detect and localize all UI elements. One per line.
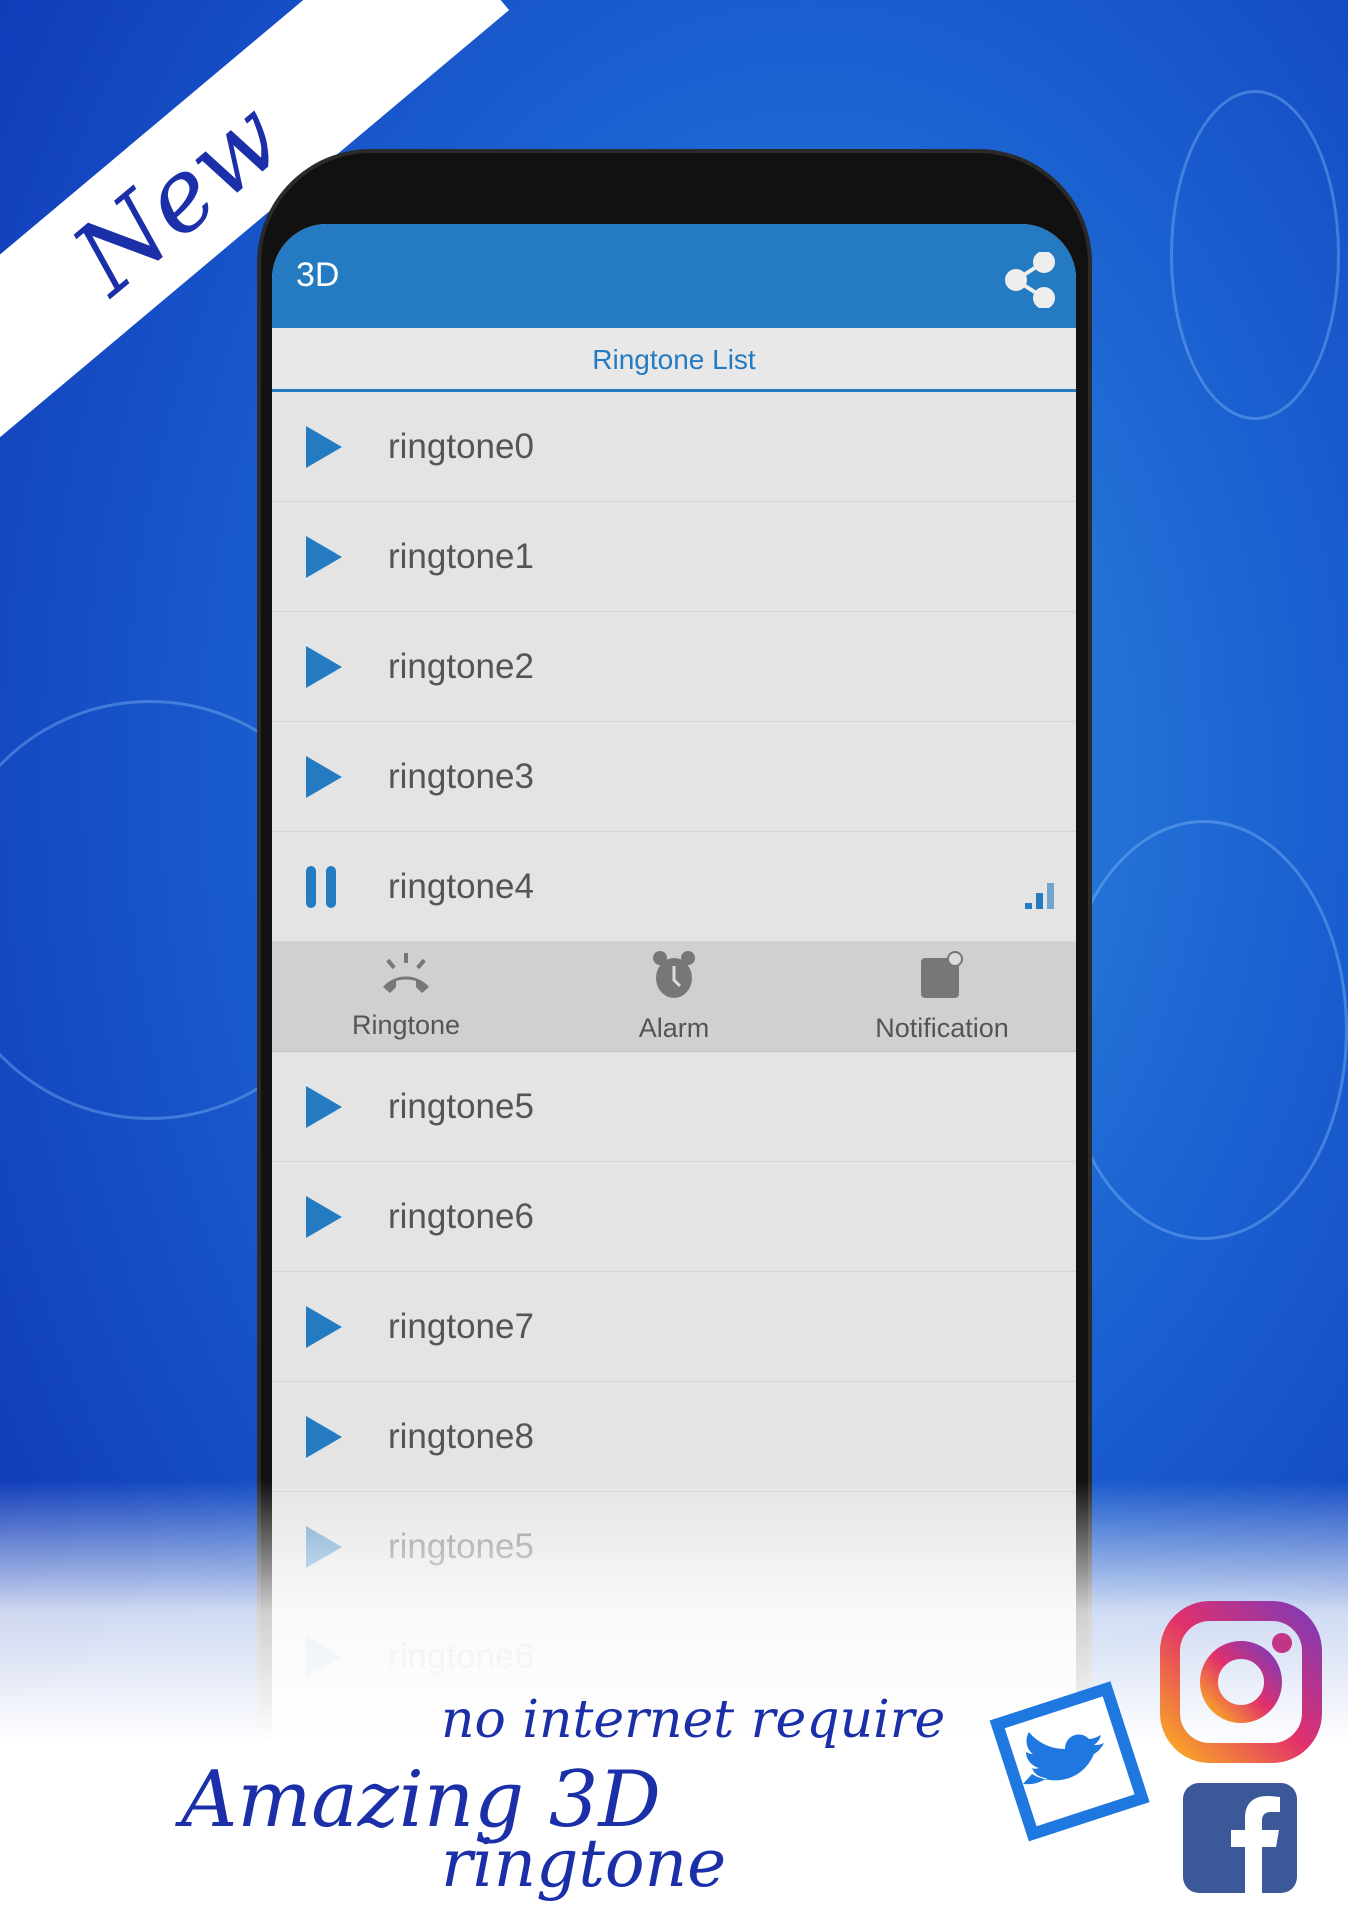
action-label: Alarm [638, 1012, 710, 1043]
ringtone-name: ringtone3 [388, 756, 534, 796]
treble-clef-decoration [1170, 90, 1340, 420]
pause-icon[interactable] [306, 865, 346, 908]
set-as-actions: Ringtone Alarm Notification [272, 942, 1076, 1052]
ringtone-row[interactable]: ringtone4 [272, 832, 1076, 942]
ringtone-row[interactable]: ringtone2 [272, 612, 1076, 722]
notification-icon [919, 950, 965, 1007]
ringtone-row[interactable]: ringtone8 [272, 1382, 1076, 1492]
ringtone-name: ringtone5 [388, 1086, 534, 1126]
ringtone-row[interactable]: ringtone0 [272, 392, 1076, 502]
ringtone-name: ringtone2 [388, 646, 534, 686]
play-icon[interactable] [306, 755, 346, 798]
ringtone-name: ringtone7 [388, 1306, 534, 1346]
play-icon[interactable] [306, 1415, 346, 1458]
app-title: 3D [296, 256, 340, 294]
ringtone-name: ringtone8 [388, 1416, 534, 1456]
ringing-phone-icon [379, 952, 433, 1004]
equalizer-icon [1025, 883, 1054, 909]
set-alarm-button[interactable]: Alarm [540, 942, 808, 1051]
ringtone-row[interactable]: ringtone3 [272, 722, 1076, 832]
promo-no-internet: no internet require [441, 1690, 946, 1750]
alarm-clock-icon [651, 950, 697, 1007]
music-notes-decoration [1060, 820, 1348, 1240]
facebook-icon[interactable] [1183, 1783, 1297, 1893]
promo-ringtone: ringtone [441, 1825, 727, 1902]
ringtone-row[interactable]: ringtone7 [272, 1272, 1076, 1382]
play-icon[interactable] [306, 1085, 346, 1128]
set-notification-button[interactable]: Notification [808, 942, 1076, 1051]
ringtone-row[interactable]: ringtone1 [272, 502, 1076, 612]
play-icon[interactable] [306, 425, 346, 468]
ringtone-name: ringtone1 [388, 536, 534, 576]
play-icon[interactable] [306, 1305, 346, 1348]
play-icon[interactable] [306, 535, 346, 578]
app-bar: 3D [272, 224, 1076, 328]
play-icon[interactable] [306, 645, 346, 688]
tab-ringtone-list[interactable]: Ringtone List [272, 328, 1076, 392]
action-label: Ringtone [351, 1009, 461, 1040]
play-icon[interactable] [306, 1195, 346, 1238]
ringtone-row[interactable]: ringtone6 [272, 1162, 1076, 1272]
ringtone-name: ringtone6 [388, 1196, 534, 1236]
ringtone-name: ringtone4 [388, 866, 534, 906]
set-ringtone-button[interactable]: Ringtone [272, 942, 540, 1051]
twitter-icon[interactable] [987, 1679, 1152, 1844]
ringtone-row[interactable]: ringtone5 [272, 1052, 1076, 1162]
ringtone-name: ringtone0 [388, 426, 534, 466]
action-label: Notification [875, 1012, 1009, 1043]
instagram-icon[interactable] [1158, 1599, 1324, 1765]
share-icon[interactable] [1004, 252, 1056, 308]
